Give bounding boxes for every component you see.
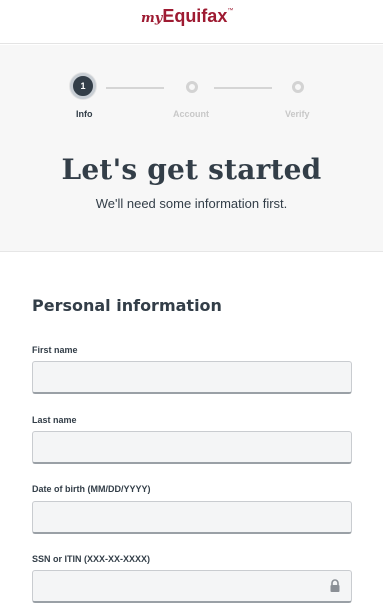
- page-title: Let's get started: [61, 153, 322, 186]
- first-name-field[interactable]: [32, 361, 352, 394]
- step-connector-2: [214, 87, 272, 89]
- site-header: myEquifax™: [0, 0, 383, 44]
- logo-my: my: [141, 11, 163, 26]
- date-of-birth-label: Date of birth (MM/DD/YYYY): [32, 484, 151, 494]
- hero-section: [0, 45, 383, 252]
- date-of-birth-field[interactable]: [32, 501, 352, 534]
- step-verify-indicator: [292, 81, 304, 93]
- step-info-label: Info: [76, 109, 93, 119]
- step-account-indicator: [186, 81, 198, 93]
- lock-icon: [330, 579, 340, 592]
- last-name-label: Last name: [32, 415, 77, 425]
- step-info-number: 1: [80, 81, 86, 91]
- step-connector-1: [106, 87, 164, 89]
- last-name-field[interactable]: [32, 431, 352, 464]
- step-account-label: Account: [173, 109, 209, 119]
- logo-brand: Equifax: [162, 6, 228, 26]
- step-verify-label: Verify: [285, 109, 310, 119]
- ssn-itin-label: SSN or ITIN (XXX-XX-XXXX): [32, 554, 151, 564]
- section-title-personal-information: Personal information: [32, 296, 222, 315]
- ssn-itin-field[interactable]: [32, 570, 352, 603]
- page-subtitle: We'll need some information first.: [95, 196, 288, 211]
- step-info-indicator: 1: [70, 73, 96, 99]
- my-equifax-logo[interactable]: myEquifax™: [141, 6, 233, 27]
- first-name-label: First name: [32, 345, 78, 355]
- logo-trademark: ™: [227, 8, 234, 14]
